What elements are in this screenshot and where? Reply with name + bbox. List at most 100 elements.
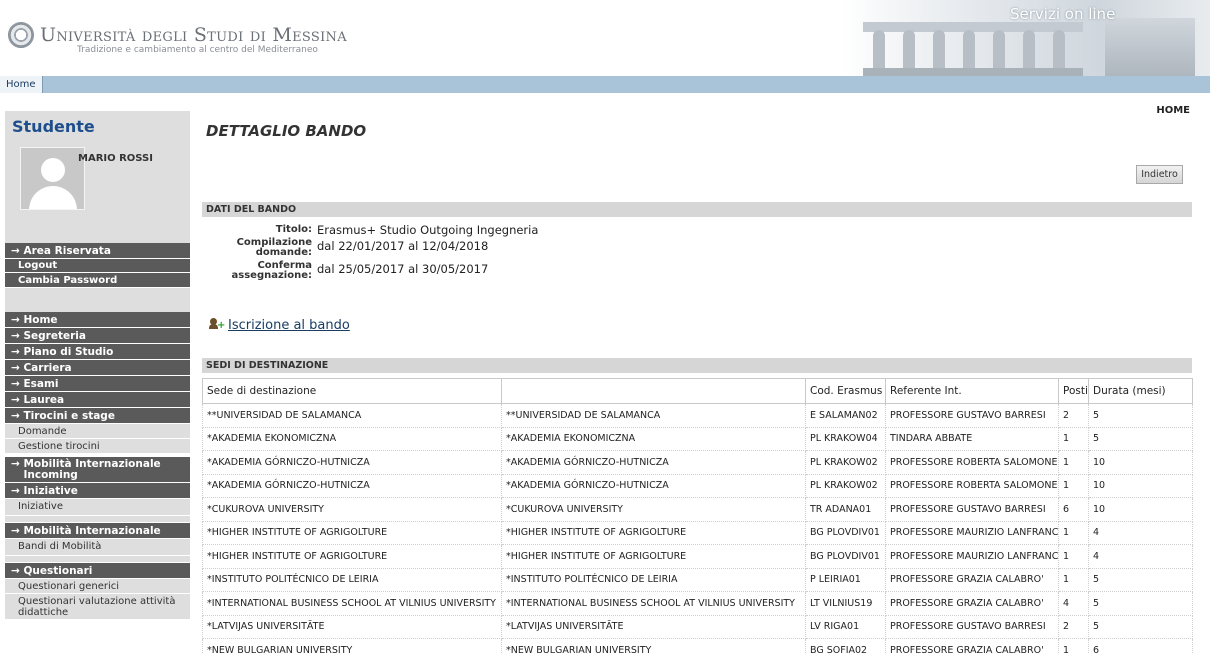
menu-head-tirocini[interactable]: → Tirocini e stage [5,408,190,424]
table-row: *INTERNATIONAL BUSINESS SCHOOL AT VILNIU… [202,591,1193,616]
table-cell: BG PLOVDIV01 [805,520,886,545]
table-cell: LT VILNIUS19 [805,591,886,616]
table-cell: TR ADANA01 [805,497,886,522]
table-cell: PROFESSORE GUSTAVO BARRESI [885,497,1059,522]
table-cell: 5 [1088,403,1193,428]
table-cell: 4 [1088,544,1193,569]
menu-item-cambia-password[interactable]: Cambia Password [5,273,190,288]
table-cell: PROFESSORE GRAZIA CALABRO' [885,591,1059,616]
menu-item-questionari-valutazione[interactable]: Questionari valutazione attività didatti… [5,594,190,620]
table-cell: *AKADEMIA GÓRNICZO-HUTNICZA [501,473,806,498]
table-cell: *HIGHER INSTITUTE OF AGRIGOLTURE [202,520,502,545]
menu-head-area-riservata[interactable]: → Area Riservata [5,243,190,259]
table-cell: 1 [1058,544,1089,569]
table-cell: *INSTITUTO POLITÉCNICO DE LEIRIA [202,567,502,592]
table-cell: *LATVIJAS UNIVERSITĀTE [501,614,806,639]
table-cell: PROFESSORE GUSTAVO BARRESI [885,403,1059,428]
menu-head-piano-di-studio[interactable]: → Piano di Studio [5,344,190,360]
col-header: Cod. Erasmus [805,378,886,404]
table-cell: 4 [1058,591,1089,616]
menu-head-laurea[interactable]: → Laurea [5,392,190,408]
arrow-right-icon: → [11,525,20,537]
arrow-right-icon: → [11,485,20,497]
header: Università degli Studi di Messina Tradiz… [0,0,1210,76]
menu-head-segreteria[interactable]: → Segreteria [5,328,190,344]
menu-head-mobilita-incoming[interactable]: → Mobilità Internazionale Incoming [5,457,190,483]
menu-item-questionari-generici[interactable]: Questionari generici [5,579,190,594]
table-cell: E SALAMAN02 [805,403,886,428]
page-title: DETTAGLIO BANDO [206,122,367,140]
table-cell: LV RIGA01 [805,614,886,639]
table-cell: 2 [1058,614,1089,639]
table-cell: *INTERNATIONAL BUSINESS SCHOOL AT VILNIU… [202,591,502,616]
menu-item-logout[interactable]: Logout [5,259,190,273]
menu-item-domande[interactable]: Domande [5,424,190,439]
table-cell: *CUKUROVA UNIVERSITY [202,497,502,522]
table-row: *AKADEMIA GÓRNICZO-HUTNICZA *AKADEMIA GÓR… [202,473,1193,498]
menu-head-mobilita-internazionale[interactable]: → Mobilità Internazionale [5,523,190,539]
table-cell: 6 [1058,497,1089,522]
table-cell: 1 [1058,473,1089,498]
table-cell: *AKADEMIA GÓRNICZO-HUTNICZA [202,450,502,475]
add-user-icon: + [209,318,225,331]
menu-head-iniziative[interactable]: → Iniziative [5,483,190,499]
arrow-right-icon: → [11,565,20,577]
sedi-table-body: **UNIVERSIDAD DE SALAMANCA **UNIVERSIDAD … [202,403,1193,653]
col-header [501,378,806,404]
menu-head-carriera[interactable]: → Carriera [5,360,190,376]
menu-label: Iniziative [23,485,78,497]
table-cell: 1 [1058,567,1089,592]
arrow-right-icon: → [11,314,20,326]
table-row: *INSTITUTO POLITÉCNICO DE LEIRIA *INSTITU… [202,567,1193,592]
table-cell: 2 [1058,403,1089,428]
table-cell: PROFESSORE MAURIZIO LANFRANCHI [885,520,1059,545]
value-titolo: Erasmus+ Studio Outgoing Ingegneria [317,223,539,237]
arrow-right-icon: → [11,346,20,358]
table-cell: 1 [1058,450,1089,475]
table-cell: PROFESSORE ROBERTA SALOMONE [885,473,1059,498]
university-seal-icon[interactable] [8,22,34,48]
avatar [20,147,85,210]
university-tagline: Tradizione e cambiamento al centro del M… [77,45,318,55]
student-name: MARIO ROSSI [78,153,153,164]
servizi-online-label: Servizi on line [1010,5,1116,23]
table-cell: *HIGHER INSTITUTE OF AGRIGOLTURE [202,544,502,569]
table-cell: *LATVIJAS UNIVERSITĀTE [202,614,502,639]
main-menu: → Home → Segreteria → Piano di Studio → … [5,312,190,620]
table-row: *HIGHER INSTITUTE OF AGRIGOLTURE *HIGHER … [202,520,1193,545]
user-silhouette-icon [41,158,65,182]
menu-head-home[interactable]: → Home [5,312,190,328]
table-cell: *NEW BULGARIAN UNIVERSITY [501,638,806,653]
menu-head-esami[interactable]: → Esami [5,376,190,392]
table-cell: PROFESSORE ROBERTA SALOMONE [885,450,1059,475]
table-row: *NEW BULGARIAN UNIVERSITY *NEW BULGARIAN … [202,638,1193,653]
iscrizione-bando[interactable]: + Iscrizione al bando [209,318,350,333]
table-cell: *INTERNATIONAL BUSINESS SCHOOL AT VILNIU… [501,591,806,616]
table-cell: TINDARA ABBATE [885,426,1059,451]
table-cell: PROFESSORE GRAZIA CALABRO' [885,567,1059,592]
menu-item-gestione-tirocini[interactable]: Gestione tirocini [5,439,190,454]
menu-label: Piano di Studio [23,346,114,358]
table-cell: PROFESSORE GUSTAVO BARRESI [885,614,1059,639]
section-bar-dati: DATI DEL BANDO [202,202,1192,217]
table-header-row: Sede di destinazione Cod. Erasmus Refere… [202,378,1193,404]
menu-label: Tirocini e stage [23,410,115,422]
university-name[interactable]: Università degli Studi di Messina [40,24,347,46]
table-cell: BG SOFIA02 [805,638,886,653]
arrow-right-icon: → [11,330,20,342]
iscrizione-link[interactable]: Iscrizione al bando [228,318,350,333]
main-content: HOME DETTAGLIO BANDO Indietro DATI DEL B… [202,93,1210,653]
menu-label: Segreteria [23,330,86,342]
table-cell: *HIGHER INSTITUTE OF AGRIGOLTURE [501,544,806,569]
nav-home-tab[interactable]: Home [0,76,43,93]
menu-item-iniziative[interactable]: Iniziative [5,499,190,516]
table-cell: 5 [1088,567,1193,592]
table-cell: 5 [1088,426,1193,451]
back-button[interactable]: Indietro [1136,165,1183,184]
table-row: *AKADEMIA EKONOMICZNA *AKADEMIA EKONOMICZ… [202,426,1193,451]
home-link[interactable]: HOME [1156,105,1190,116]
table-cell: *AKADEMIA GÓRNICZO-HUTNICZA [501,450,806,475]
menu-head-questionari[interactable]: → Questionari [5,563,190,579]
menu-item-bandi-di-mobilita[interactable]: Bandi di Mobilità [5,539,190,556]
value-compilazione: dal 22/01/2017 al 12/04/2018 [317,239,489,253]
